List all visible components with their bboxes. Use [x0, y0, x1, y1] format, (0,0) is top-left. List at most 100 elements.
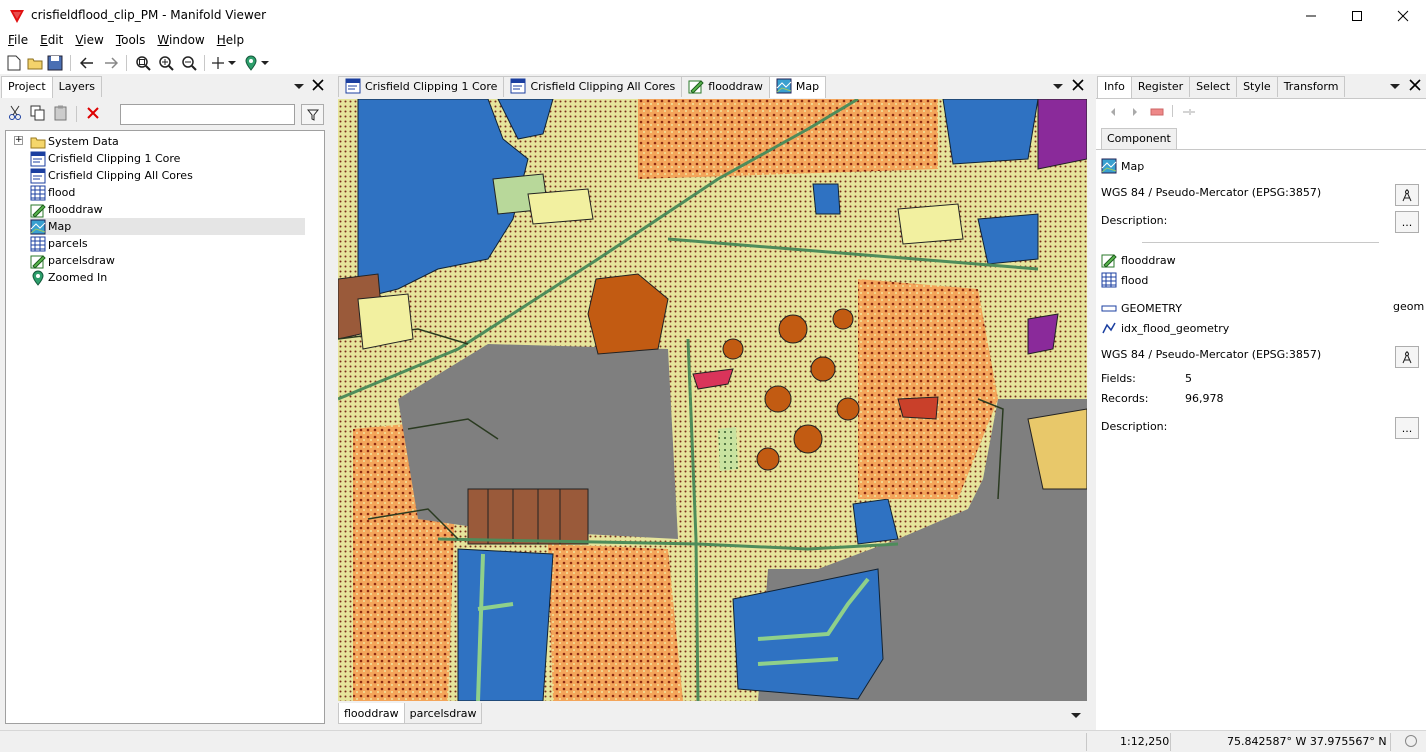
- expand-icon[interactable]: +: [14, 136, 23, 145]
- compass-icon: [1402, 189, 1412, 202]
- description-button-2[interactable]: ...: [1395, 417, 1419, 439]
- open-folder-icon[interactable]: [26, 54, 44, 72]
- layer-tabs-menu-icon[interactable]: [1071, 710, 1081, 723]
- tabs-menu-icon[interactable]: [1053, 79, 1063, 93]
- panel-menu-icon[interactable]: [294, 79, 304, 93]
- tree-item[interactable]: flooddraw: [30, 201, 305, 218]
- layer-flooddraw[interactable]: flooddraw: [1121, 254, 1176, 267]
- tree-item[interactable]: parcels: [30, 235, 305, 252]
- tab-register[interactable]: Register: [1130, 76, 1191, 97]
- minimize-icon: [1306, 15, 1316, 16]
- tree-item[interactable]: Crisfield Clipping 1 Core: [30, 150, 305, 167]
- grid-icon[interactable]: [1148, 103, 1166, 121]
- map-canvas[interactable]: [338, 99, 1087, 701]
- close-document-icon[interactable]: [1072, 79, 1084, 94]
- paste-icon[interactable]: [52, 104, 70, 122]
- document-tab[interactable]: Crisfield Clipping All Cores: [503, 76, 683, 97]
- tree-item-label: Zoomed In: [48, 271, 108, 284]
- component-subtab[interactable]: Component: [1101, 128, 1177, 149]
- back-arrow-icon[interactable]: [78, 54, 96, 72]
- info-panel-menu-icon[interactable]: [1390, 79, 1400, 93]
- menu-window[interactable]: Window: [149, 31, 208, 51]
- minimize-button[interactable]: [1288, 0, 1334, 31]
- copy-icon[interactable]: [29, 104, 47, 122]
- nav-forward-icon[interactable]: [1126, 103, 1144, 121]
- manifold-logo-icon: [10, 10, 24, 23]
- info-panel-close-icon[interactable]: [1409, 79, 1421, 94]
- query-icon: [30, 151, 46, 166]
- info-content: Component Map WGS 84 / Pseudo-Mercator (…: [1096, 98, 1426, 730]
- pin-link-icon[interactable]: [1180, 103, 1198, 121]
- close-icon: [1397, 10, 1409, 21]
- close-button[interactable]: [1380, 0, 1426, 31]
- description-label-2: Description:: [1101, 420, 1168, 433]
- zoom-in-icon[interactable]: [157, 54, 175, 72]
- new-file-icon[interactable]: [5, 54, 23, 72]
- zoom-out-icon[interactable]: [180, 54, 198, 72]
- document-tab[interactable]: flooddraw: [681, 76, 770, 97]
- crosshair-tool-icon[interactable]: [209, 54, 227, 72]
- menu-file[interactable]: File: [0, 31, 32, 51]
- map-icon: [776, 78, 792, 94]
- delete-icon[interactable]: [84, 104, 102, 122]
- tree-item-label: Crisfield Clipping 1 Core: [48, 152, 181, 165]
- tree-item[interactable]: Zoomed In: [30, 269, 305, 286]
- tab-info[interactable]: Info: [1097, 76, 1132, 98]
- map-icon: [1101, 158, 1117, 174]
- location-pin-icon[interactable]: [242, 54, 260, 72]
- panel-close-icon[interactable]: [312, 79, 324, 94]
- tree-item[interactable]: flood: [30, 184, 305, 201]
- layer-flood[interactable]: flood: [1121, 274, 1148, 287]
- table-icon: [30, 236, 46, 251]
- forward-arrow-icon[interactable]: [102, 54, 120, 72]
- project-panel: Project Layers + System Data Crisfield Cli…: [0, 76, 332, 730]
- document-tab[interactable]: Map: [768, 76, 827, 98]
- chevron-down-icon[interactable]: [259, 54, 271, 72]
- project-tree: + System Data Crisfield Clipping 1 Core Cr…: [5, 130, 325, 724]
- fields-label: Fields:: [1101, 372, 1136, 385]
- save-icon[interactable]: [46, 54, 64, 72]
- coordinate-system-2: WGS 84 / Pseudo-Mercator (EPSG:3857): [1101, 348, 1322, 361]
- filter-input[interactable]: [120, 104, 295, 125]
- folder-icon: [30, 137, 46, 148]
- menu-tools[interactable]: Tools: [108, 31, 150, 51]
- status-bar: 1:12,250 75.842587° W 37.975567° N: [0, 730, 1426, 752]
- drawing-icon: [30, 203, 46, 218]
- layer-tab-flooddraw[interactable]: flooddraw: [338, 703, 405, 724]
- tree-item[interactable]: Crisfield Clipping All Cores: [30, 167, 305, 184]
- geometry-field: GEOMETRY: [1121, 301, 1182, 315]
- nav-back-icon[interactable]: [1104, 103, 1122, 121]
- tab-transform[interactable]: Transform: [1276, 76, 1346, 97]
- tab-project[interactable]: Project: [1, 76, 53, 98]
- menu-edit[interactable]: Edit: [32, 31, 67, 51]
- maximize-button[interactable]: [1334, 0, 1380, 31]
- tab-layers[interactable]: Layers: [51, 76, 103, 97]
- coordinate-system-button[interactable]: [1395, 184, 1419, 206]
- drawing-icon: [30, 254, 46, 269]
- zoom-fit-icon[interactable]: [134, 54, 152, 72]
- filter-button[interactable]: [301, 104, 324, 125]
- cut-icon[interactable]: [6, 104, 24, 122]
- index-name: idx_flood_geometry: [1121, 321, 1230, 335]
- tab-style[interactable]: Style: [1236, 76, 1278, 97]
- query-icon: [30, 168, 46, 183]
- divider: [1142, 242, 1379, 243]
- title-bar: crisfieldflood_clip_PM - Manifold Viewer: [0, 0, 1426, 31]
- description-button[interactable]: ...: [1395, 211, 1419, 233]
- fields-value: 5: [1185, 372, 1192, 385]
- info-panel: Info Register Select Style Transform Compone…: [1096, 76, 1426, 730]
- menu-view[interactable]: View: [67, 31, 107, 51]
- map-scale[interactable]: 1:12,250: [1120, 735, 1169, 748]
- chevron-down-icon[interactable]: [226, 54, 238, 72]
- component-name: Map: [1121, 159, 1145, 173]
- location-icon: [32, 270, 44, 286]
- menu-help[interactable]: Help: [209, 31, 248, 51]
- coordinate-system-button-2[interactable]: [1395, 346, 1419, 368]
- tree-item[interactable]: parcelsdraw: [30, 252, 305, 269]
- tree-item[interactable]: System Data: [30, 133, 305, 150]
- layer-tabs-bar: flooddraw parcelsdraw: [338, 703, 1087, 725]
- document-tab[interactable]: Crisfield Clipping 1 Core: [338, 76, 505, 97]
- tree-item[interactable]: Map: [30, 218, 305, 235]
- tab-select[interactable]: Select: [1189, 76, 1238, 97]
- layer-tab-parcelsdraw[interactable]: parcelsdraw: [403, 703, 483, 724]
